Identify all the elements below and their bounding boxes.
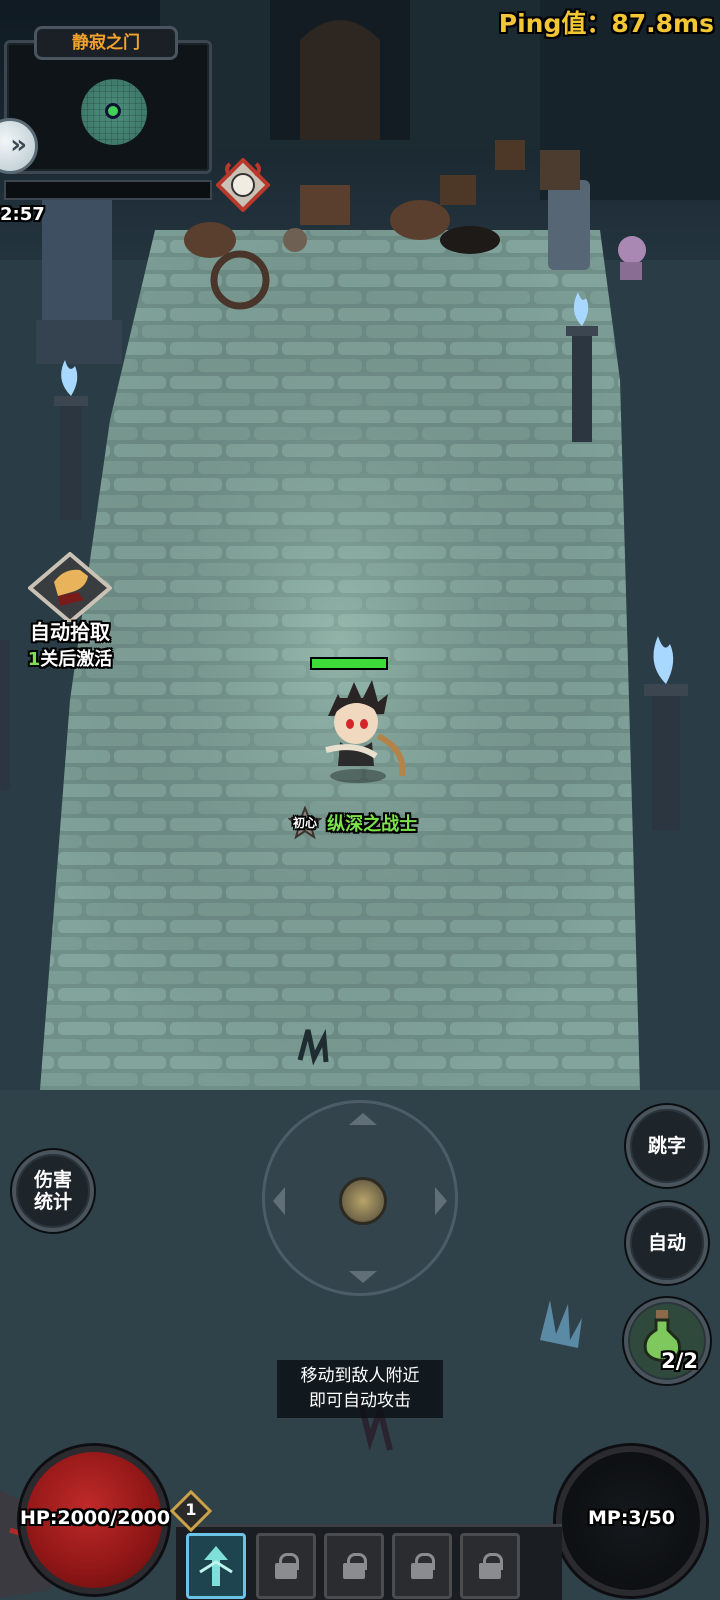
level-number: 1 bbox=[185, 1500, 197, 1519]
stage-timer: 2:57 bbox=[0, 204, 45, 225]
damage-stats-label: 伤害统计 bbox=[33, 1169, 72, 1213]
stage-progress-bar bbox=[4, 180, 212, 200]
hero-nameplate: 初心 纵深之战士 bbox=[287, 805, 418, 840]
virtual-joystick[interactable] bbox=[262, 1100, 458, 1296]
ping-value: 87.8ms bbox=[611, 9, 714, 38]
hero-health-bar bbox=[310, 657, 388, 670]
jump-text-label: 跳字 bbox=[647, 1135, 686, 1157]
double-chevron-icon: » bbox=[10, 130, 27, 160]
skill-slot-4-locked[interactable] bbox=[392, 1533, 452, 1599]
skill-slot-3-locked[interactable] bbox=[324, 1533, 384, 1599]
ping-label: Ping值： bbox=[498, 9, 612, 38]
joystick-up-arrow-icon bbox=[349, 1113, 377, 1125]
joystick-left-arrow-icon bbox=[273, 1187, 285, 1215]
lock-icon bbox=[275, 1553, 299, 1579]
potion-count: 2/2 bbox=[661, 1349, 698, 1373]
auto-pickup-stage-count: 1 bbox=[27, 649, 41, 670]
damage-stats-button[interactable]: 伤害统计 bbox=[12, 1150, 94, 1232]
auto-pickup-label: 自动拾取 bbox=[30, 620, 110, 644]
mp-value: MP:3/50 bbox=[588, 1507, 676, 1529]
potion-button[interactable]: 2/2 bbox=[624, 1298, 710, 1384]
rank-badge-text: 初心 bbox=[292, 816, 317, 830]
grab-hand-icon bbox=[26, 551, 114, 625]
hint-line-2: 即可自动攻击 bbox=[309, 1391, 411, 1411]
skill-slot-5-locked[interactable] bbox=[460, 1533, 520, 1599]
auto-pickup-suffix: 关后激活 bbox=[40, 649, 113, 670]
rank-star-badge: 初心 bbox=[287, 805, 323, 840]
lock-icon bbox=[411, 1553, 435, 1579]
hp-value: HP:2000/2000 bbox=[20, 1507, 171, 1529]
minimap-title: 静寂之门 bbox=[34, 26, 178, 60]
auto-pickup-condition: 1关后激活 bbox=[14, 645, 126, 671]
skill-slot-1[interactable] bbox=[186, 1533, 246, 1599]
minimap-player-dot bbox=[105, 103, 121, 119]
joystick-right-arrow-icon bbox=[435, 1187, 447, 1215]
skill-slot-2-locked[interactable] bbox=[256, 1533, 316, 1599]
joystick-knob[interactable] bbox=[339, 1177, 387, 1225]
ping-indicator: Ping值：87.8ms bbox=[499, 4, 714, 40]
auto-mode-label: 自动 bbox=[647, 1232, 686, 1254]
boss-marker-icon bbox=[215, 157, 271, 213]
hint-line-1: 移动到敌人附近 bbox=[300, 1366, 420, 1386]
hero-name: 纵深之战士 bbox=[327, 814, 418, 835]
arrow-skill-icon bbox=[199, 1546, 233, 1586]
joystick-down-arrow-icon bbox=[349, 1271, 377, 1283]
jump-text-button[interactable]: 跳字 bbox=[626, 1105, 708, 1187]
skill-bar bbox=[176, 1524, 562, 1600]
lock-icon bbox=[479, 1553, 503, 1579]
hero-health-fill bbox=[312, 659, 386, 668]
auto-pickup-button[interactable]: 自动拾取 1关后激活 bbox=[14, 551, 126, 671]
tutorial-hint: 移动到敌人附近 即可自动攻击 bbox=[277, 1360, 443, 1418]
auto-mode-button[interactable]: 自动 bbox=[626, 1202, 708, 1284]
lock-icon bbox=[343, 1553, 367, 1579]
hero-character bbox=[312, 676, 422, 786]
